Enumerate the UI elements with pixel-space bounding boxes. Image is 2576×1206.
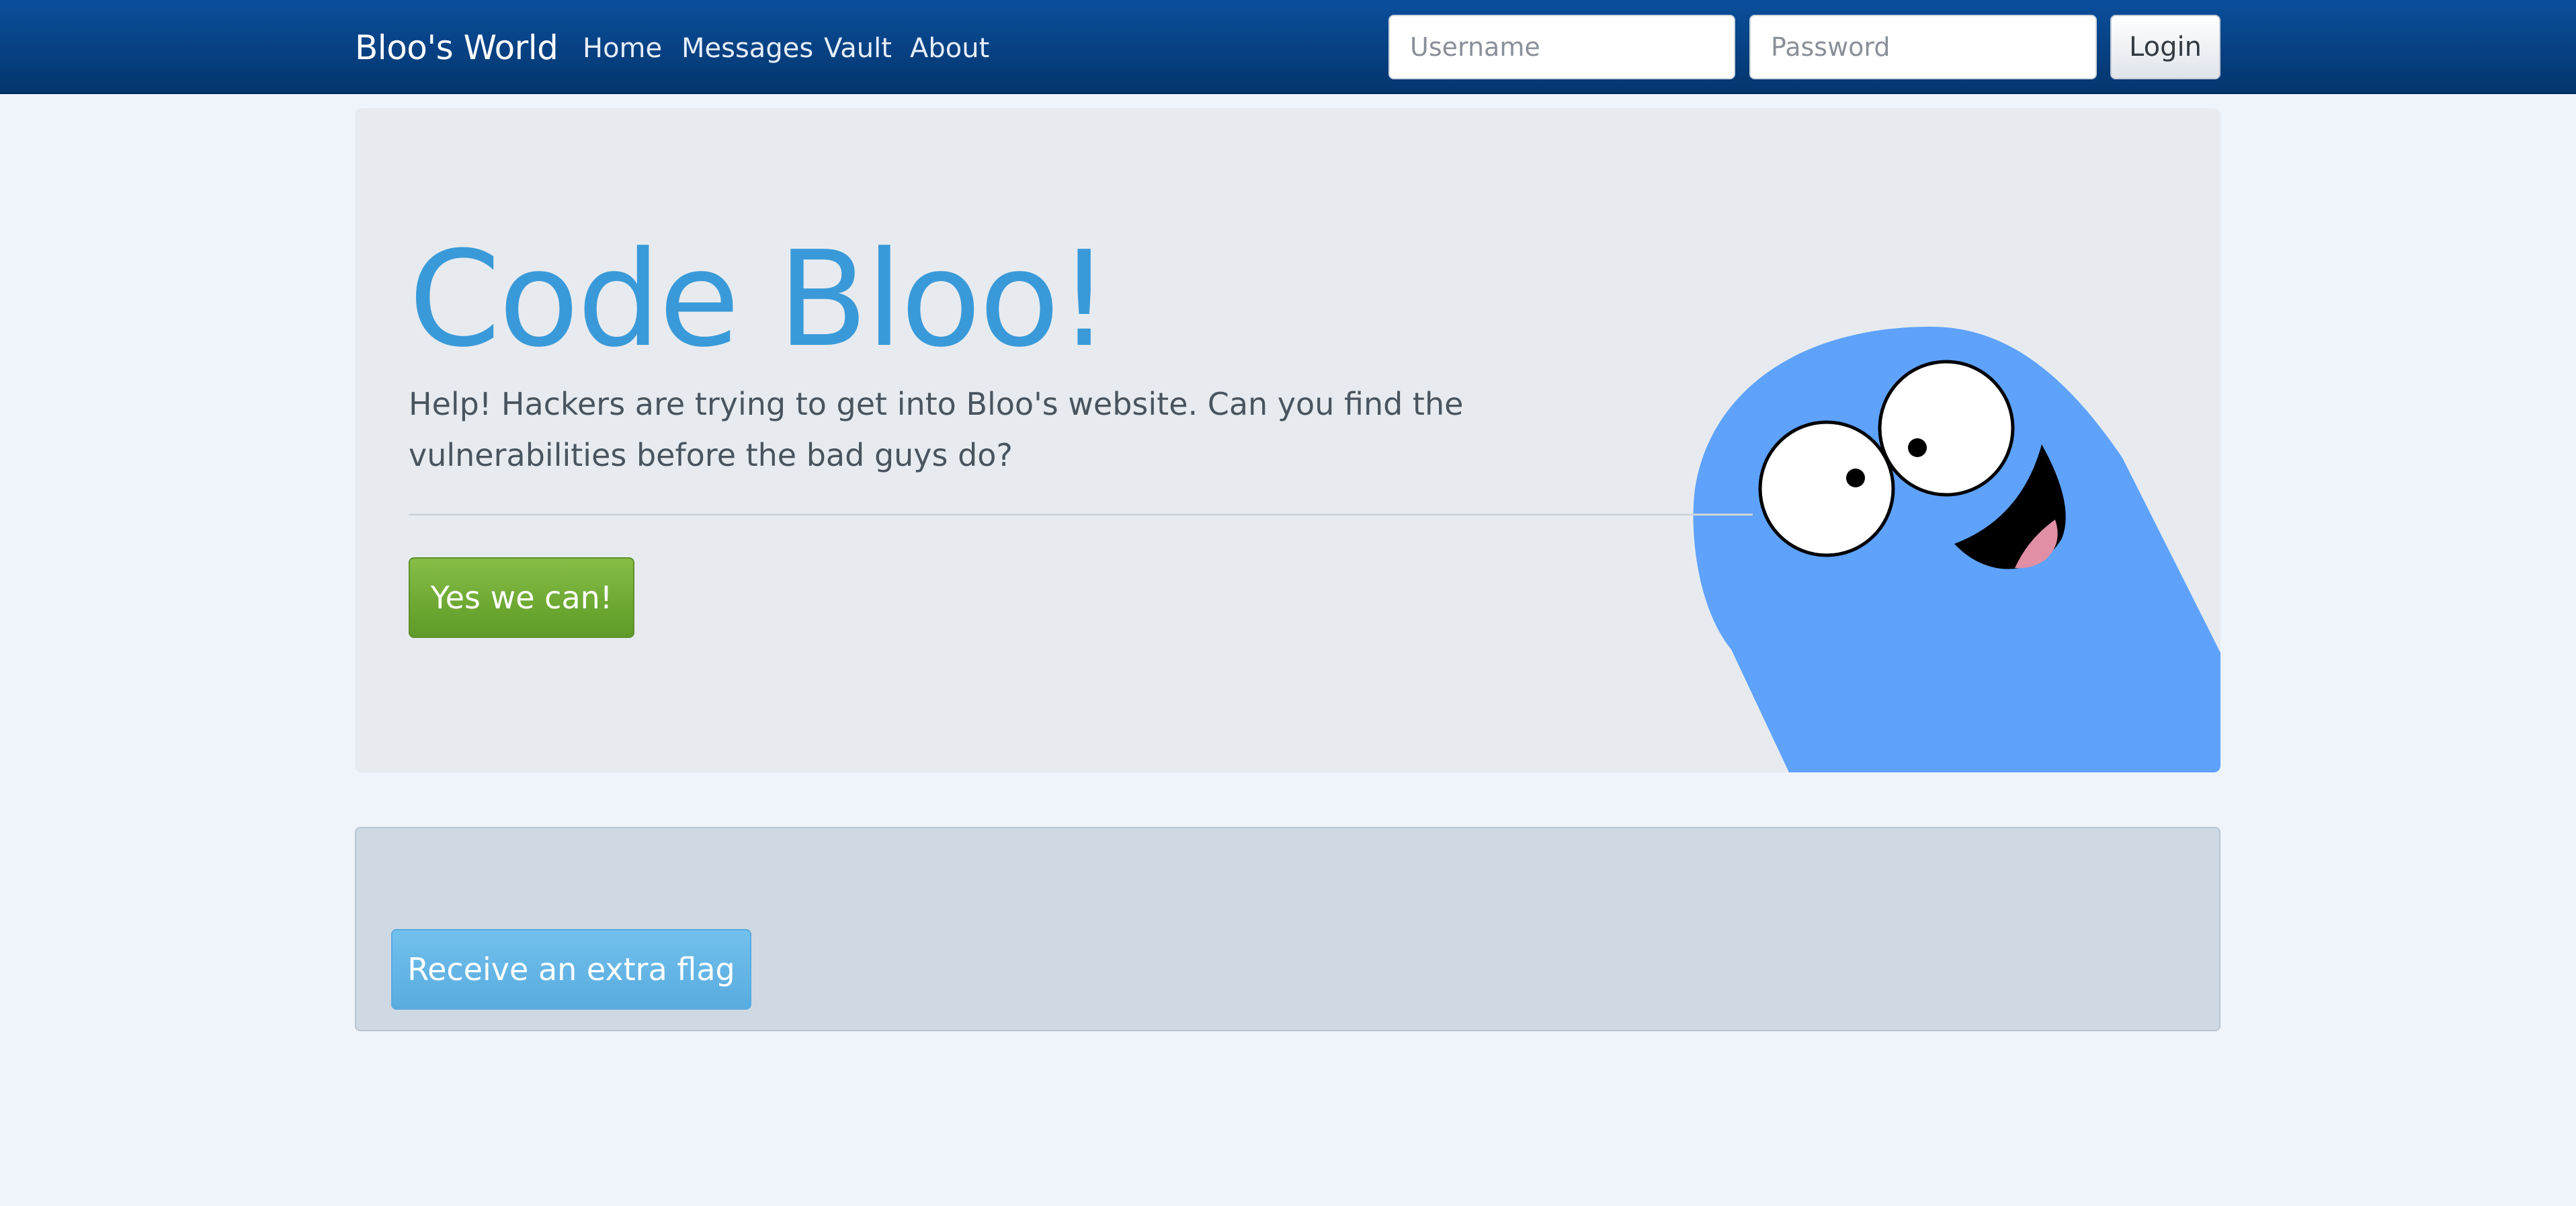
hero-title: Code Bloo! — [409, 223, 1110, 376]
hero-jumbotron: Code Bloo! Help! Hackers are trying to g… — [355, 108, 2220, 772]
bloo-right-eye — [1878, 360, 2015, 497]
login-button[interactable]: Login — [2110, 15, 2220, 79]
username-input[interactable] — [1388, 15, 1735, 79]
hero-divider — [409, 514, 1753, 516]
nav-link-vault[interactable]: Vault — [824, 30, 892, 67]
flag-panel: Receive an extra flag — [355, 827, 2220, 1031]
brand-link[interactable]: Bloo's World — [355, 24, 558, 71]
navbar: Bloo's World Home Messages Vault About L… — [0, 0, 2576, 94]
nav-link-about[interactable]: About — [910, 30, 989, 67]
receive-extra-flag-button[interactable]: Receive an extra flag — [391, 929, 751, 1010]
nav-link-messages[interactable]: Messages — [681, 30, 813, 67]
nav-link-home[interactable]: Home — [583, 30, 662, 67]
bloo-right-pupil — [1908, 438, 1927, 457]
bloo-left-eye — [1758, 420, 1895, 557]
bloo-left-pupil — [1846, 469, 1865, 487]
yes-we-can-button[interactable]: Yes we can! — [409, 557, 634, 638]
hero-subtitle: Help! Hackers are trying to get into Blo… — [409, 386, 1464, 473]
password-input[interactable] — [1749, 15, 2097, 79]
